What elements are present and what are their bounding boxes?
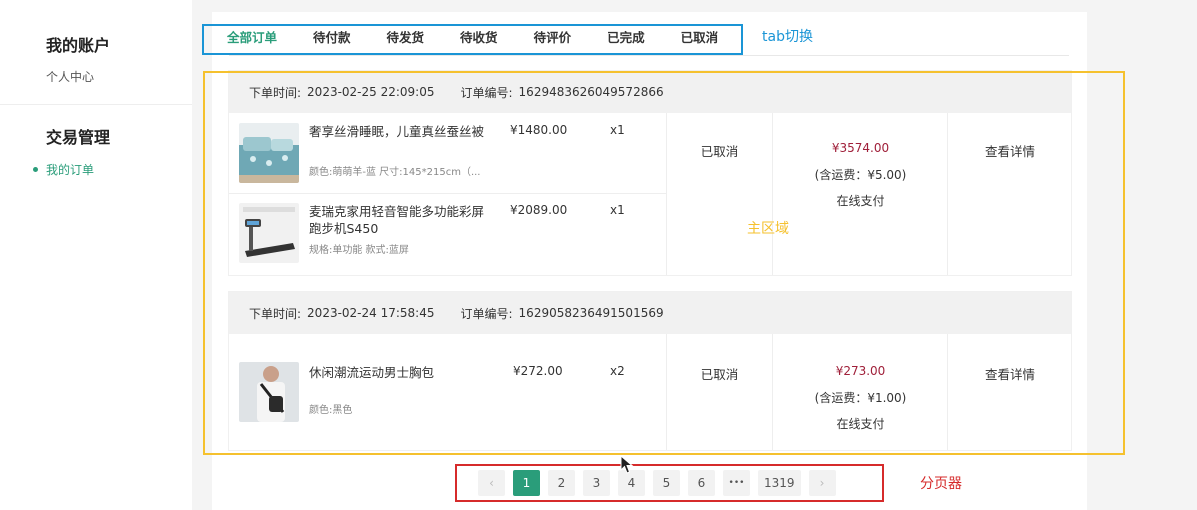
sidebar: 我的账户 个人中心 交易管理 我的订单 <box>0 0 192 510</box>
pager-annotation-label: 分页器 <box>920 476 962 492</box>
main-annotation-label: 主区域 <box>747 221 789 237</box>
pager-annotation-box <box>455 464 884 502</box>
sidebar-item-my-orders[interactable]: 我的订单 <box>46 161 94 178</box>
tab-annotation-box <box>202 24 743 55</box>
sidebar-divider <box>0 104 192 105</box>
main-annotation-box <box>203 71 1125 455</box>
tab-annotation-label: tab切换 <box>762 29 813 45</box>
sidebar-item-personal-center[interactable]: 个人中心 <box>46 68 94 85</box>
tabs-divider <box>229 55 1069 56</box>
mouse-cursor-icon <box>620 455 634 474</box>
sidebar-section-my-account: 我的账户 <box>46 36 111 55</box>
sidebar-section-trade-management: 交易管理 <box>46 128 111 147</box>
active-indicator-dot <box>33 167 38 172</box>
